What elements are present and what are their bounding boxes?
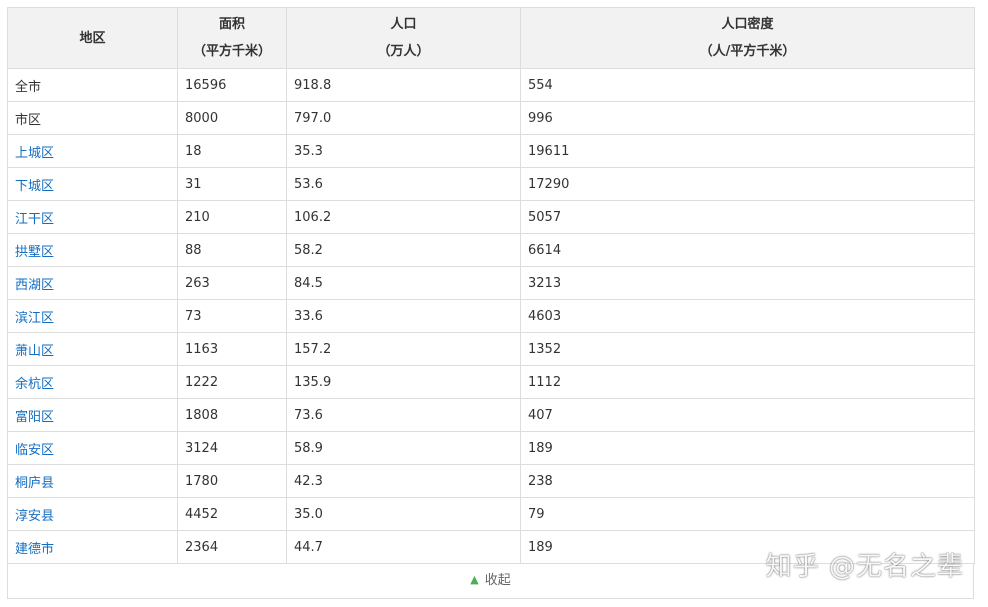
table-row: 余杭区 1222 135.9 1112	[7, 365, 975, 399]
table-row: 萧山区 1163 157.2 1352	[7, 332, 975, 366]
population-table: 地区 面积 （平方千米） 人口 （万人） 人口密度 （人/平方千米） 全市 16596 918.…	[7, 7, 975, 564]
density-cell: 554	[520, 68, 975, 102]
table-row: 富阳区 1808 73.6 407	[7, 398, 975, 432]
density-cell: 238	[520, 464, 975, 498]
region-link[interactable]: 富阳区	[7, 398, 178, 432]
density-cell: 17290	[520, 167, 975, 201]
population-cell: 135.9	[286, 365, 521, 399]
area-cell: 73	[177, 299, 287, 333]
column-header-title: 人口密度	[721, 17, 774, 32]
population-cell: 35.0	[286, 497, 521, 531]
column-header: 面积 （平方千米）	[177, 7, 287, 69]
density-cell: 19611	[520, 134, 975, 168]
density-cell: 79	[520, 497, 975, 531]
area-cell: 1222	[177, 365, 287, 399]
area-cell: 88	[177, 233, 287, 267]
density-cell: 189	[520, 431, 975, 465]
region-link[interactable]: 下城区	[7, 167, 178, 201]
region-link[interactable]: 上城区	[7, 134, 178, 168]
region-link[interactable]: 拱墅区	[7, 233, 178, 267]
density-cell: 1352	[520, 332, 975, 366]
density-cell: 5057	[520, 200, 975, 234]
collapse-label: 收起	[484, 573, 511, 588]
column-header-unit: （人/平方千米）	[699, 44, 796, 59]
population-cell: 106.2	[286, 200, 521, 234]
area-cell: 210	[177, 200, 287, 234]
data-table-container: 地区 面积 （平方千米） 人口 （万人） 人口密度 （人/平方千米） 全市 16596 918.…	[7, 7, 975, 599]
population-cell: 42.3	[286, 464, 521, 498]
table-row: 市区 8000 797.0 996	[7, 101, 975, 135]
table-row: 滨江区 73 33.6 4603	[7, 299, 975, 333]
column-header: 人口密度 （人/平方千米）	[520, 7, 975, 69]
area-cell: 4452	[177, 497, 287, 531]
area-cell: 3124	[177, 431, 287, 465]
population-cell: 918.8	[286, 68, 521, 102]
region-cell: 全市	[7, 68, 178, 102]
density-cell: 996	[520, 101, 975, 135]
area-cell: 1163	[177, 332, 287, 366]
density-cell: 407	[520, 398, 975, 432]
column-header-title: 地区	[79, 30, 106, 46]
table-row: 桐庐县 1780 42.3 238	[7, 464, 975, 498]
population-cell: 157.2	[286, 332, 521, 366]
region-link[interactable]: 滨江区	[7, 299, 178, 333]
area-cell: 1780	[177, 464, 287, 498]
region-cell: 市区	[7, 101, 178, 135]
column-header: 人口 （万人）	[286, 7, 521, 69]
table-header: 地区 面积 （平方千米） 人口 （万人） 人口密度 （人/平方千米）	[7, 7, 975, 69]
watermark: 知乎 @无名之辈	[765, 552, 964, 582]
column-header-unit: （万人）	[377, 44, 430, 59]
population-cell: 44.7	[286, 530, 521, 564]
region-link[interactable]: 西湖区	[7, 266, 178, 300]
population-cell: 797.0	[286, 101, 521, 135]
chevron-up-icon: ▲	[470, 573, 479, 586]
column-header-title: 人口	[390, 17, 417, 32]
table-row: 江干区 210 106.2 5057	[7, 200, 975, 234]
area-cell: 8000	[177, 101, 287, 135]
population-cell: 73.6	[286, 398, 521, 432]
region-link[interactable]: 临安区	[7, 431, 178, 465]
region-link[interactable]: 建德市	[7, 530, 178, 564]
column-header-title: 面积	[218, 17, 245, 32]
region-link[interactable]: 余杭区	[7, 365, 178, 399]
column-header-unit: （平方千米）	[192, 44, 271, 59]
area-cell: 263	[177, 266, 287, 300]
table-body: 全市 16596 918.8 554 市区 8000 797.0 996 上城区 18 35.3 19…	[7, 68, 975, 564]
header-row: 地区 面积 （平方千米） 人口 （万人） 人口密度 （人/平方千米）	[7, 7, 975, 69]
table-row: 下城区 31 53.6 17290	[7, 167, 975, 201]
population-cell: 84.5	[286, 266, 521, 300]
area-cell: 16596	[177, 68, 287, 102]
population-cell: 53.6	[286, 167, 521, 201]
region-link[interactable]: 淳安县	[7, 497, 178, 531]
area-cell: 31	[177, 167, 287, 201]
region-link[interactable]: 萧山区	[7, 332, 178, 366]
region-link[interactable]: 江干区	[7, 200, 178, 234]
population-cell: 58.9	[286, 431, 521, 465]
region-link[interactable]: 桐庐县	[7, 464, 178, 498]
column-header: 地区	[7, 7, 178, 69]
density-cell: 1112	[520, 365, 975, 399]
area-cell: 1808	[177, 398, 287, 432]
density-cell: 6614	[520, 233, 975, 267]
table-row: 全市 16596 918.8 554	[7, 68, 975, 102]
table-row: 拱墅区 88 58.2 6614	[7, 233, 975, 267]
table-row: 淳安县 4452 35.0 79	[7, 497, 975, 531]
density-cell: 4603	[520, 299, 975, 333]
area-cell: 18	[177, 134, 287, 168]
table-row: 上城区 18 35.3 19611	[7, 134, 975, 168]
area-cell: 2364	[177, 530, 287, 564]
table-row: 临安区 3124 58.9 189	[7, 431, 975, 465]
population-cell: 58.2	[286, 233, 521, 267]
population-cell: 35.3	[286, 134, 521, 168]
table-row: 西湖区 263 84.5 3213	[7, 266, 975, 300]
density-cell: 3213	[520, 266, 975, 300]
population-cell: 33.6	[286, 299, 521, 333]
